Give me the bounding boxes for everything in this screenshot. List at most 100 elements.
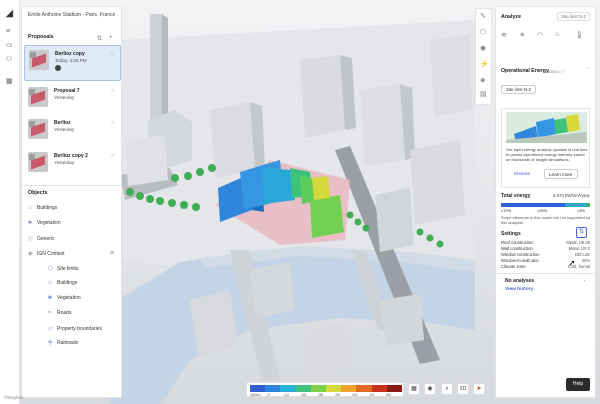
operational-energy-header[interactable]: Operational Energy B3010 ⓘ ˆ [496, 67, 595, 77]
sliders-icon[interactable]: ⇅ [97, 35, 102, 42]
eye-icon[interactable]: ◉ [480, 45, 486, 53]
star-icon[interactable]: ☆ [111, 88, 115, 94]
proposal-thumbnail [28, 152, 48, 172]
proposal-item[interactable]: Proposal 7 Yesterday ☆ [24, 83, 121, 119]
mouse-cursor-icon: ➚ [568, 258, 576, 268]
analysis-type-icons: ≋ ☀ ◠ ⌂ 🌡 [501, 31, 592, 41]
legend-label: 549 [386, 393, 392, 397]
pencil-icon[interactable]: ✎ [480, 13, 486, 21]
legend-swatch [371, 385, 387, 392]
proposal-item[interactable]: Berlioz Yesterday ☆ [24, 115, 121, 151]
context-buildings[interactable]: ⌂ Buildings [48, 280, 77, 286]
total-energy-label: Total energy [501, 193, 531, 199]
thermometer-icon[interactable]: 🌡 [575, 31, 584, 39]
object-vegetation[interactable]: ♣ Vegetation [28, 220, 61, 226]
menu-icon[interactable]: ≡ [6, 28, 10, 36]
energy-distribution-bar [501, 203, 590, 207]
daylight-icon[interactable]: ◠ [537, 31, 543, 39]
compass-button[interactable]: ➤ [473, 383, 485, 395]
context-roads[interactable]: ≈ Roads [48, 310, 71, 316]
analyze-panel: Analyze Site limit N-2 ≋ ☀ ◠ ⌂ 🌡 Operati… [495, 6, 596, 398]
sun-icon[interactable]: ☀ [519, 31, 525, 39]
proposal-thumbnail [29, 50, 49, 70]
layers-icon[interactable]: ◈ [480, 77, 485, 85]
book-icon[interactable]: ▭ [6, 42, 13, 50]
people-icon[interactable]: ⚇ [6, 56, 12, 64]
object-buildings[interactable]: ⌂ Buildings [28, 205, 57, 211]
distribution-label: ≈25% [537, 208, 548, 213]
app-logo-icon: ◢ [6, 8, 13, 18]
legend-label: kWh/m² [250, 393, 261, 397]
tree-icon: ♣ [48, 295, 52, 301]
grid-icon: ▦ [411, 386, 417, 392]
wind-icon[interactable]: ≋ [501, 31, 507, 39]
object-generic[interactable]: ◇ Generic [28, 235, 55, 242]
app-rail: ◢ ≡ ▭ ⚇ ▦ [0, 0, 20, 404]
2d-toggle-button[interactable]: 2D [457, 383, 469, 395]
boundary-icon: ▱ [48, 326, 53, 332]
no-analyses-label: No analyses [505, 278, 535, 284]
site-selector[interactable]: Site limit N-2 [557, 12, 590, 21]
legend-swatch [265, 385, 281, 392]
proposal-item[interactable]: Berlioz copy Today, 3:26 PM ☆ [24, 45, 121, 81]
support-note: Some elements in this model are not supp… [501, 215, 591, 225]
proposal-building [262, 168, 295, 204]
chevron-up-icon[interactable]: ˆ [587, 68, 589, 74]
learn-more-button[interactable]: Learn more [544, 169, 578, 179]
site-chip[interactable]: Site limit N-2 [501, 85, 536, 94]
context-site-limits[interactable]: ⬠ Site limits [48, 265, 78, 272]
railroad-icon: ╪ [48, 340, 53, 346]
legend-label: 37 [267, 393, 271, 397]
distribution-segment [565, 203, 588, 207]
zoom-button[interactable]: ⌕ [441, 383, 453, 395]
building-icon: ⌂ [28, 205, 32, 211]
energy-analysis-icon[interactable]: ⚡ [480, 61, 489, 69]
analysis-tools: ✎ ⬡ ◉ ⚡ ◈ ▤ [475, 8, 492, 105]
setting-row: Window-to-wall ratio 40% [501, 258, 590, 263]
dismiss-button[interactable]: Dismiss [514, 171, 530, 176]
grid-view-button[interactable]: ▦ [408, 383, 420, 395]
building-stack-icon[interactable]: ▤ [480, 91, 487, 99]
visibility-button[interactable]: ◉ [424, 383, 436, 395]
grid-icon[interactable]: ▦ [6, 78, 13, 86]
cube-icon[interactable]: ⬡ [480, 29, 486, 37]
setting-row: Wall construction Metal, U0.3 [501, 246, 590, 251]
legend-swatch [280, 385, 296, 392]
star-icon[interactable]: ☆ [110, 51, 114, 57]
help-button[interactable]: Help [566, 378, 590, 391]
energy-description: Our rapid energy analysis updates in rea… [506, 147, 588, 162]
context-vegetation[interactable]: ♣ Vegetation [48, 295, 81, 301]
road-icon: ≈ [48, 310, 52, 316]
legend-gradient [250, 385, 403, 392]
object-ign-context[interactable]: ◈ IGN Context ⊕ [28, 250, 114, 257]
star-icon[interactable]: ☆ [111, 153, 115, 159]
legend-swatch [310, 385, 327, 392]
view-history-link[interactable]: View history [505, 287, 533, 292]
building-icon[interactable]: ⌂ [555, 31, 559, 38]
context-railroads[interactable]: ╪ Railroads [48, 340, 78, 346]
add-proposal-button[interactable]: + [109, 35, 113, 41]
setting-row: Climate zone Cold, humid [501, 264, 590, 269]
proposal-building [312, 176, 330, 200]
settings-sliders-button[interactable]: ⇅ [576, 227, 587, 238]
chevron-right-icon[interactable]: › [583, 278, 585, 284]
mapbox-watermark: ©Mapbox [4, 395, 24, 400]
legend-label: 110 [284, 393, 290, 397]
star-icon[interactable]: ☆ [111, 120, 115, 126]
proposal-thumbnail [28, 87, 48, 107]
analyze-title: Analyze [501, 14, 522, 20]
context-property-boundaries[interactable]: ▱ Property boundaries [48, 325, 102, 332]
lock-icon[interactable]: ⊕ [110, 250, 114, 256]
left-panel: Émile Anthoine Stadium - Paris, France P… [21, 6, 122, 398]
legend-label: 330 [335, 393, 341, 397]
settings-heading: Settings [501, 231, 521, 237]
compass-icon: ➤ [476, 386, 482, 392]
distribution-label: ≈3% [577, 208, 585, 213]
proposal-item[interactable]: Berlioz copy 2 Yesterday ☆ [24, 148, 121, 184]
legend-swatch [386, 385, 403, 392]
divider [22, 185, 121, 186]
tree-icon: ♣ [28, 220, 32, 226]
site-limits-icon: ⬠ [48, 266, 54, 272]
distribution-segment [501, 203, 566, 207]
legend-swatch [326, 385, 342, 392]
